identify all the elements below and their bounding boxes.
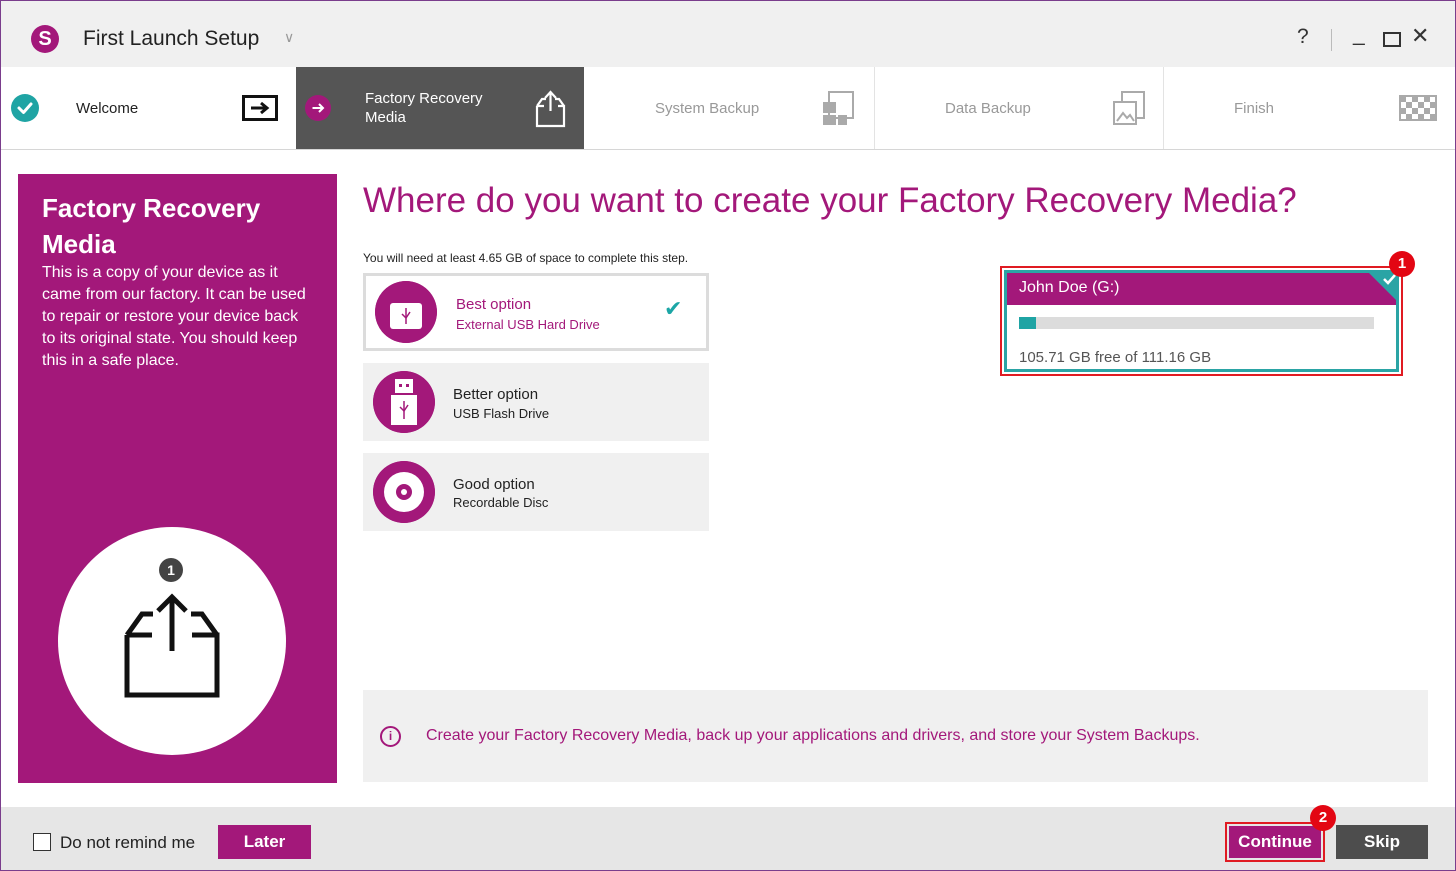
space-requirement-note: You will need at least 4.65 GB of space …	[363, 251, 689, 265]
annotation-badge-2: 2	[1310, 805, 1336, 831]
option-description: USB Flash Drive	[453, 406, 550, 421]
step-label: Data Backup	[945, 100, 1031, 117]
usb-flash-icon	[373, 371, 435, 433]
titlebar-divider	[1331, 29, 1332, 51]
step-factory-recovery-media[interactable]: Factory Recovery Media	[296, 67, 584, 149]
side-panel-description: This is a copy of your device as it came…	[42, 264, 306, 369]
step-data-backup[interactable]: Data Backup	[875, 67, 1163, 149]
app-title: First Launch Setup	[83, 27, 260, 50]
box-upload-icon	[124, 593, 220, 698]
maximize-button[interactable]	[1383, 32, 1401, 47]
checkered-flag-icon	[1399, 95, 1437, 121]
title-chevron-down-icon[interactable]: ∨	[284, 29, 294, 46]
info-side-panel: Factory Recovery Media This is a copy of…	[18, 174, 337, 783]
external-hdd-icon	[375, 281, 437, 343]
option-external-usb-hdd[interactable]: Best option External USB Hard Drive ✔	[363, 273, 709, 351]
step-finish[interactable]: Finish	[1164, 67, 1455, 149]
drive-usage-fill	[1019, 317, 1037, 329]
close-button[interactable]: ✕	[1411, 23, 1429, 49]
box-upload-icon	[535, 90, 566, 128]
page-title: Where do you want to create your Factory…	[363, 181, 1297, 220]
step-label-line2: Media	[365, 109, 406, 126]
step-system-backup[interactable]: System Backup	[584, 67, 874, 149]
do-not-remind-checkbox[interactable]	[33, 833, 51, 851]
step-label-line1: Factory Recovery	[365, 90, 483, 107]
minimize-button[interactable]: _	[1353, 23, 1365, 47]
image-backup-icon	[1113, 91, 1145, 125]
help-button[interactable]: ?	[1297, 25, 1309, 49]
continue-button[interactable]: Continue	[1229, 826, 1321, 858]
option-usb-flash[interactable]: Better option USB Flash Drive	[363, 363, 709, 441]
footer-bar: Do not remind me Later Continue 2 Skip	[1, 805, 1455, 870]
svg-text:1: 1	[167, 562, 175, 578]
side-panel-title: Factory Recovery Media	[42, 193, 261, 259]
option-name: Better option	[453, 386, 539, 403]
disc-icon	[373, 461, 435, 523]
app-logo-icon: S	[31, 25, 59, 53]
steps-bar: Welcome Factory Recovery Media System Ba…	[1, 67, 1455, 150]
checkmark-icon: ✔	[664, 296, 683, 321]
info-bar: i Create your Factory Recovery Media, ba…	[363, 690, 1428, 782]
continue-highlight: Continue	[1225, 822, 1325, 862]
annotation-badge-1: 1	[1389, 251, 1415, 277]
drive-highlight: John Doe (G:) 105.71 GB free of 111.16 G…	[1000, 266, 1403, 376]
skip-button[interactable]: Skip	[1336, 825, 1428, 859]
drive-free-space: 105.71 GB free of 111.16 GB	[1019, 349, 1212, 366]
option-name: Good option	[453, 476, 535, 493]
option-description: External USB Hard Drive	[456, 317, 600, 332]
title-bar: S First Launch Setup ∨ ? _ ✕	[1, 1, 1455, 67]
check-circle-icon	[11, 94, 39, 122]
drive-header: John Doe (G:)	[1007, 273, 1396, 305]
windows-backup-icon	[823, 91, 854, 125]
option-description: Recordable Disc	[453, 495, 549, 510]
step-number-badge: 1	[159, 558, 183, 582]
do-not-remind-label[interactable]: Do not remind me	[60, 833, 195, 853]
arrow-circle-icon	[305, 95, 331, 121]
option-name: Best option	[456, 296, 532, 313]
info-icon: i	[380, 726, 401, 747]
step-label: Welcome	[76, 100, 139, 117]
info-text: Create your Factory Recovery Media, back…	[426, 727, 1200, 744]
step-welcome[interactable]: Welcome	[1, 67, 296, 149]
drive-card[interactable]: John Doe (G:) 105.71 GB free of 111.16 G…	[1004, 270, 1399, 372]
step-label: System Backup	[655, 100, 760, 117]
option-recordable-disc[interactable]: Good option Recordable Disc	[363, 453, 709, 531]
step-illustration: 1	[58, 527, 286, 755]
arrow-box-icon	[242, 95, 278, 121]
later-button[interactable]: Later	[218, 825, 311, 859]
drive-usage-bar	[1019, 317, 1374, 329]
step-label: Finish	[1234, 100, 1275, 117]
setup-window: S First Launch Setup ∨ ? _ ✕ Welcome Fac…	[0, 0, 1456, 871]
drive-name: John Doe (G:)	[1019, 279, 1120, 296]
